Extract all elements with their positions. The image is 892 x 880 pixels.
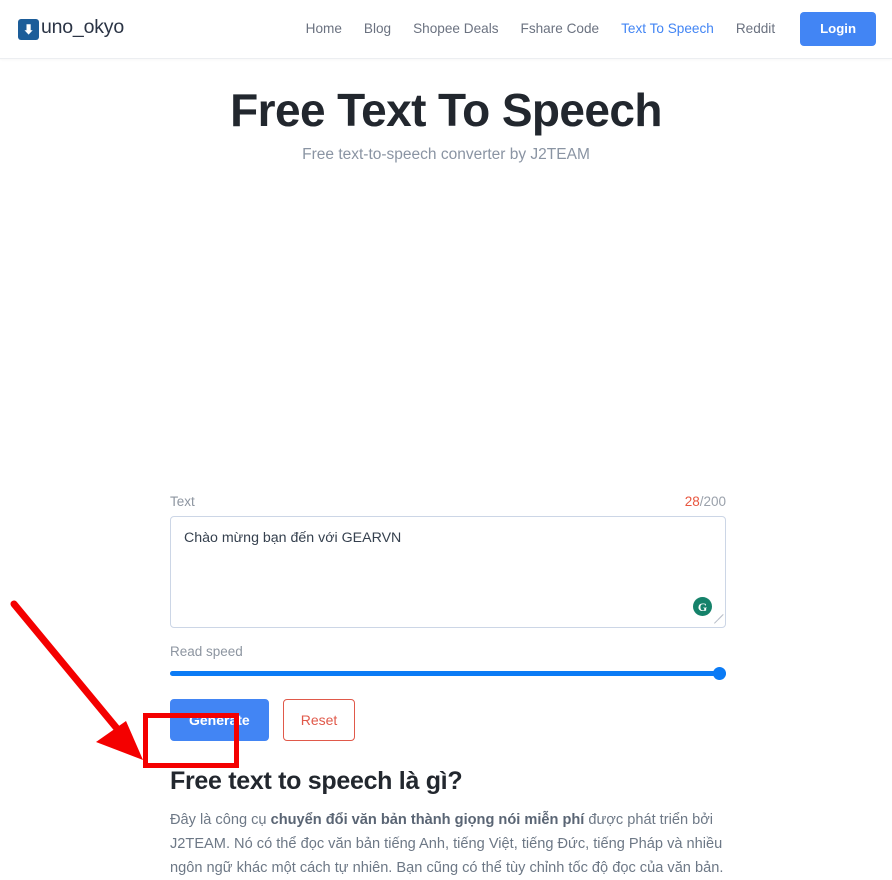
login-button[interactable]: Login xyxy=(800,12,876,46)
nav-item-reddit[interactable]: Reddit xyxy=(725,13,786,44)
nav-item-home[interactable]: Home xyxy=(295,13,353,44)
character-counter-used: 28 xyxy=(684,494,700,510)
text-field-header: Text 28/200 xyxy=(170,494,726,509)
generate-button[interactable]: Generate xyxy=(170,699,269,742)
textarea-resize-handle[interactable] xyxy=(712,614,724,626)
page-subtitle: Free text-to-speech converter by J2TEAM xyxy=(302,146,590,164)
hero-section: Free Text To Speech Free text-to-speech … xyxy=(0,59,892,164)
text-input-container: G xyxy=(170,516,726,629)
read-speed-slider[interactable] xyxy=(170,665,726,681)
read-speed-label: Read speed xyxy=(170,644,243,660)
slider-fill xyxy=(170,670,726,676)
brand-name: uno_okyo xyxy=(41,16,124,39)
article-text-bold: chuyển đổi văn bản thành giọng nói miễn … xyxy=(270,812,585,829)
article-heading: Free text to speech là gì? xyxy=(170,767,463,796)
character-counter-max: /200 xyxy=(699,494,726,510)
main-navigation: Home Blog Shopee Deals Fshare Code Text … xyxy=(295,12,876,46)
nav-item-shopee-deals[interactable]: Shopee Deals xyxy=(402,13,509,44)
grammarly-icon-letter: G xyxy=(697,599,708,614)
juno-logo-icon xyxy=(18,18,39,40)
brand-logo[interactable]: uno_okyo xyxy=(18,18,124,40)
tts-form: Text 28/200 G Read speed Generate Reset xyxy=(166,494,726,742)
nav-item-blog[interactable]: Blog xyxy=(353,13,402,44)
slider-thumb[interactable] xyxy=(713,666,726,680)
form-actions: Generate Reset xyxy=(170,699,726,742)
ad-placeholder xyxy=(0,164,892,495)
text-input[interactable] xyxy=(171,517,725,628)
text-field-label: Text xyxy=(170,494,195,510)
reset-button[interactable]: Reset xyxy=(282,699,356,742)
annotation-arrow-head xyxy=(96,721,143,760)
page-title: Free Text To Speech xyxy=(230,84,662,136)
site-header: uno_okyo Home Blog Shopee Deals Fshare C… xyxy=(0,0,892,59)
nav-item-text-to-speech[interactable]: Text To Speech xyxy=(610,13,725,44)
article-section: Free text to speech là gì? Đây là công c… xyxy=(166,767,726,880)
nav-item-fshare-code[interactable]: Fshare Code xyxy=(510,13,611,44)
character-counter: 28/200 xyxy=(685,494,726,509)
article-paragraph: Đây là công cụ chuyển đổi văn bản thành … xyxy=(170,809,726,880)
article-text-part1: Đây là công cụ xyxy=(170,812,271,829)
annotation-arrow-line xyxy=(10,600,128,741)
